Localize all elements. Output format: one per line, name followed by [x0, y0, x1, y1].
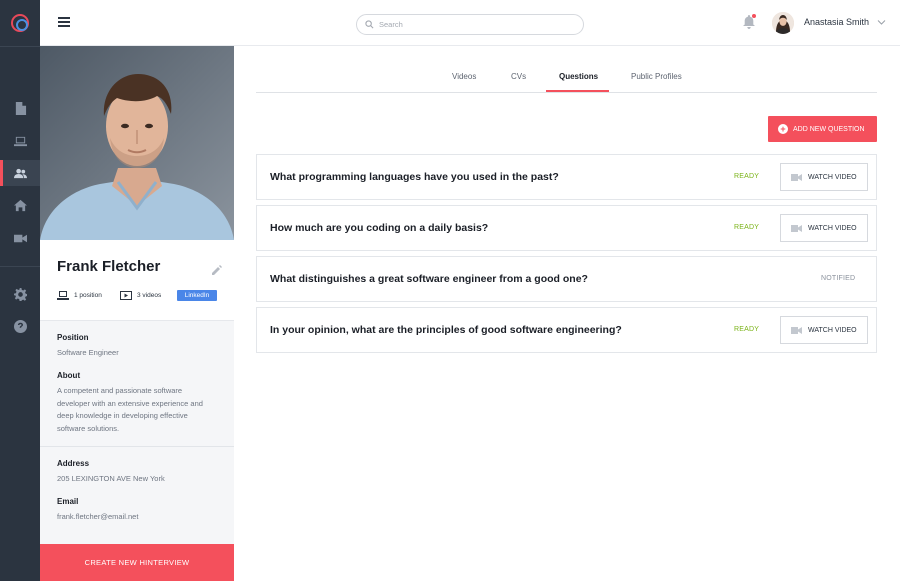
video-camera-icon — [791, 173, 802, 181]
tab-videos[interactable]: Videos — [452, 72, 476, 93]
about-label: About — [57, 371, 81, 380]
video-camera-icon — [791, 326, 802, 334]
people-icon — [13, 168, 27, 178]
tab-cvs[interactable]: CVs — [511, 72, 526, 93]
status-badge: NOTIFIED — [821, 275, 856, 282]
home-icon — [13, 199, 27, 211]
search-input[interactable] — [379, 20, 569, 29]
candidate-profile: Frank Fletcher 1 position 3 videos Linke… — [40, 46, 234, 581]
search-box[interactable] — [356, 14, 584, 35]
top-bar: Anastasia Smith — [40, 0, 900, 46]
videos-count: 3 videos — [120, 291, 161, 300]
question-text: What programming languages have you used… — [270, 171, 559, 183]
email-label: Email — [57, 497, 79, 506]
watch-video-button[interactable]: WATCH VIDEO — [780, 163, 868, 191]
tab-bar: Videos CVs Questions Public Profiles — [256, 66, 877, 93]
status-badge: READY — [734, 224, 760, 231]
profile-divider — [40, 446, 234, 447]
sidebar-divider — [0, 46, 40, 47]
video-play-icon — [120, 291, 132, 300]
candidate-photo — [40, 46, 234, 240]
sidebar-item-help[interactable] — [0, 313, 40, 339]
email-value: frank.fletcher@email.net — [57, 512, 139, 521]
active-tab-indicator — [546, 90, 609, 92]
document-icon — [15, 101, 26, 115]
question-text: In your opinion, what are the principles… — [270, 324, 622, 336]
search-icon — [365, 20, 374, 29]
position-label: Position — [57, 333, 89, 342]
sidebar-item-candidates[interactable] — [0, 160, 40, 186]
sidebar-item-videos[interactable] — [0, 225, 40, 251]
notification-dot — [752, 14, 756, 18]
menu-icon[interactable] — [58, 17, 70, 27]
profile-card: Frank Fletcher 1 position 3 videos Linke… — [40, 240, 234, 321]
laptop-icon — [13, 136, 27, 146]
status-badge: READY — [734, 326, 760, 333]
edit-icon[interactable] — [212, 262, 222, 275]
sidebar — [0, 0, 40, 581]
gear-icon — [13, 287, 27, 301]
question-row: What programming languages have you used… — [256, 154, 877, 200]
status-badge: READY — [734, 173, 760, 180]
positions-count: 1 position — [57, 291, 102, 300]
sidebar-divider — [0, 266, 40, 267]
user-name[interactable]: Anastasia Smith — [804, 17, 869, 27]
sidebar-item-documents[interactable] — [0, 95, 40, 121]
chevron-down-icon[interactable] — [877, 18, 886, 26]
question-text: What distinguishes a great software engi… — [270, 273, 588, 285]
question-row: What distinguishes a great software engi… — [256, 256, 877, 302]
create-hinterview-button[interactable]: CREATE NEW HINTERVIEW — [40, 544, 234, 581]
position-value: Software Engineer — [57, 348, 119, 357]
address-value: 205 LEXINGTON AVE New York — [57, 474, 165, 483]
video-camera-icon — [791, 224, 802, 232]
help-icon — [13, 319, 27, 333]
add-new-question-button[interactable]: + ADD NEW QUESTION — [768, 116, 877, 142]
laptop-icon — [57, 291, 69, 300]
candidate-name: Frank Fletcher — [57, 258, 161, 275]
tab-public-profiles[interactable]: Public Profiles — [631, 72, 682, 93]
question-text: How much are you coding on a daily basis… — [270, 222, 489, 234]
user-avatar[interactable] — [772, 12, 794, 34]
question-row: In your opinion, what are the principles… — [256, 307, 877, 353]
watch-video-button[interactable]: WATCH VIDEO — [780, 316, 868, 344]
video-camera-icon — [13, 234, 27, 242]
sidebar-item-settings[interactable] — [0, 281, 40, 307]
app-logo[interactable] — [11, 14, 29, 32]
linkedin-badge[interactable]: LinkedIn — [177, 290, 217, 301]
about-value: A competent and passionate software deve… — [57, 386, 203, 433]
watch-video-button[interactable]: WATCH VIDEO — [780, 214, 868, 242]
plus-icon: + — [778, 124, 788, 134]
address-label: Address — [57, 459, 90, 468]
sidebar-item-home[interactable] — [0, 192, 40, 218]
question-row: How much are you coding on a daily basis… — [256, 205, 877, 251]
sidebar-item-devices[interactable] — [0, 128, 40, 154]
